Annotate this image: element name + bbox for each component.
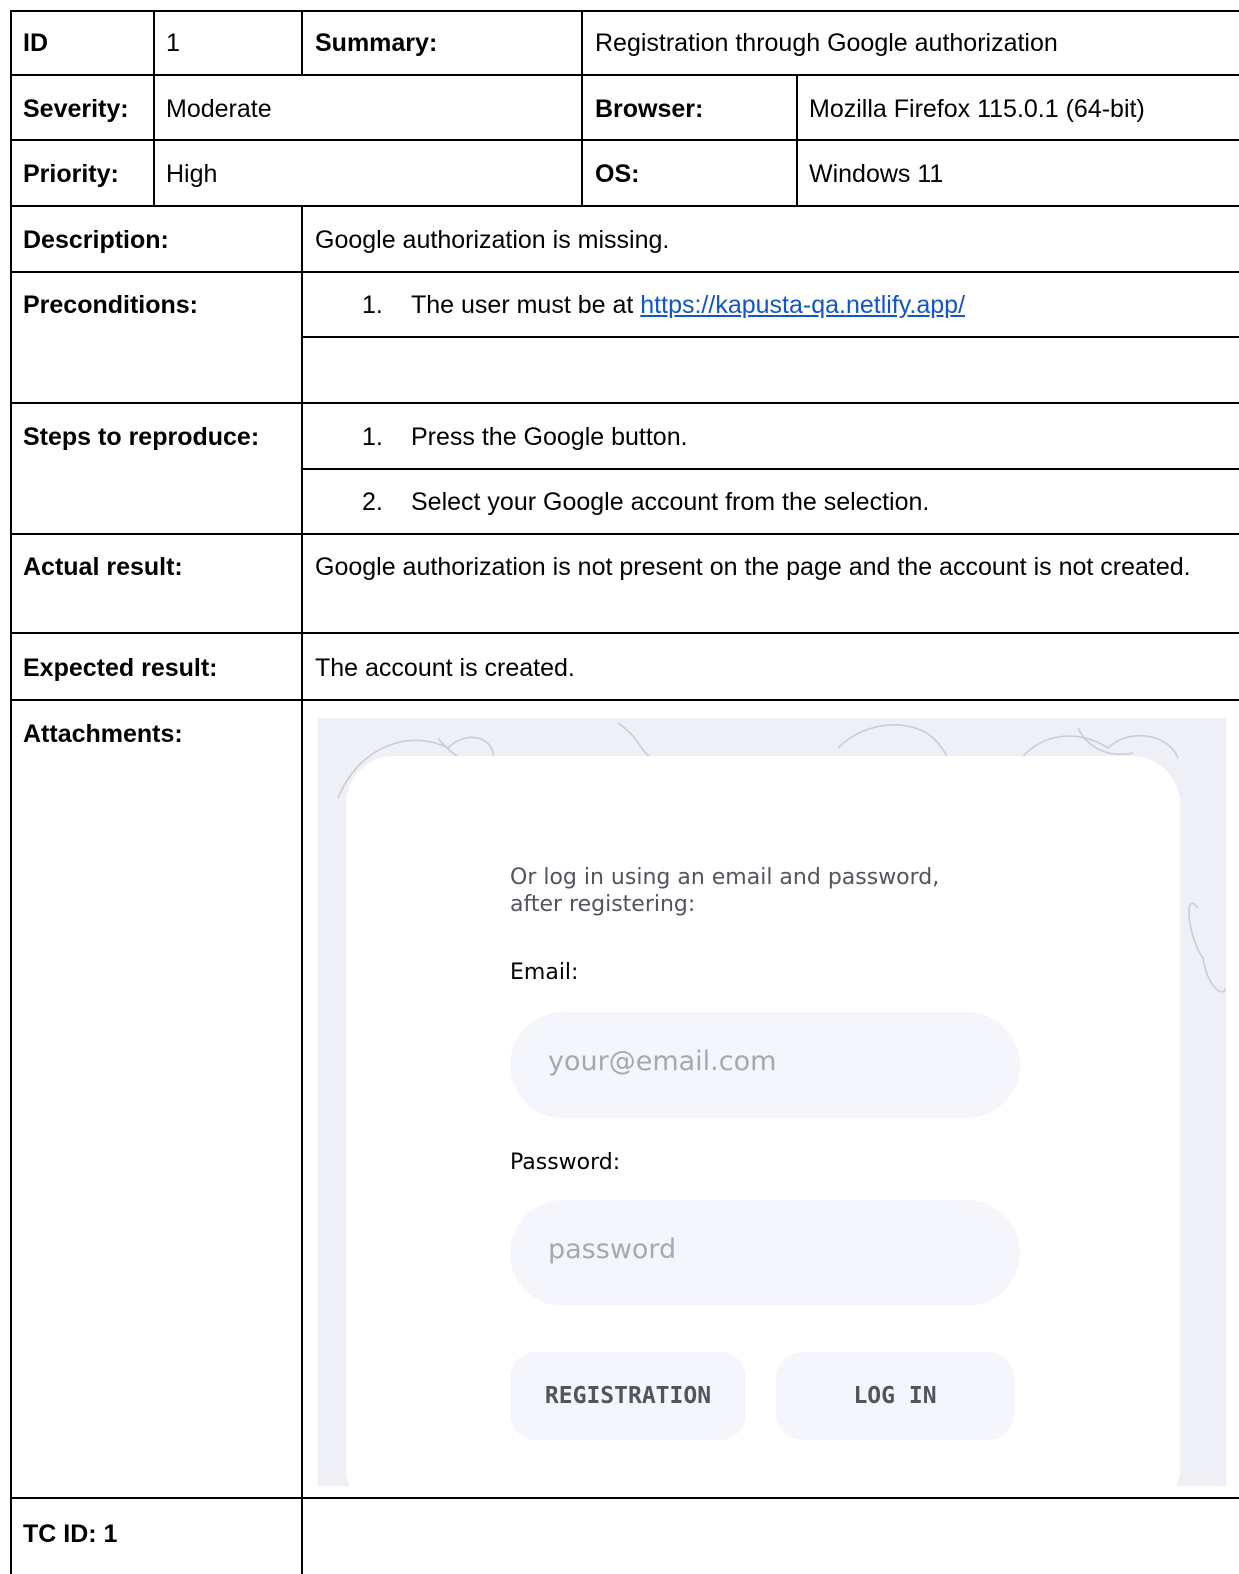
preconditions-label: Preconditions: <box>23 291 199 319</box>
password-placeholder: password <box>548 1234 677 1265</box>
precondition-link[interactable]: https://kapusta-qa.netlify.app/ <box>640 291 965 319</box>
step-1-text: Press the Google button. <box>411 423 688 451</box>
password-input[interactable]: password <box>510 1200 1020 1306</box>
intro-line-2: after registering: <box>510 892 696 917</box>
email-placeholder: your@email.com <box>548 1046 777 1077</box>
precondition-number: 1. <box>362 291 383 319</box>
precondition-item: The user must be at https://kapusta-qa.n… <box>411 287 965 323</box>
attachments-label: Attachments: <box>23 720 183 748</box>
precondition-text: The user must be at <box>411 291 641 319</box>
severity-value: Moderate <box>166 95 272 123</box>
actual-result-label: Actual result: <box>23 553 183 581</box>
login-button[interactable]: LOG IN <box>776 1352 1014 1440</box>
os-label: OS: <box>595 160 640 188</box>
registration-button[interactable]: REGISTRATION <box>510 1352 746 1440</box>
actual-result-value: Google authorization is not present on t… <box>315 553 1191 581</box>
id-value: 1 <box>166 29 180 57</box>
email-label: Email: <box>510 960 579 985</box>
step-1-number: 1. <box>362 423 383 451</box>
description-value: Google authorization is missing. <box>315 226 670 254</box>
email-input[interactable]: your@email.com <box>510 1012 1020 1118</box>
browser-value: Mozilla Firefox 115.0.1 (64-bit) <box>809 95 1145 123</box>
step-2-number: 2. <box>362 488 383 516</box>
login-card: Or log in using an email and password, a… <box>346 756 1180 1486</box>
step-2-text: Select your Google account from the sele… <box>411 488 930 516</box>
description-label: Description: <box>23 226 169 254</box>
bug-report-table: ID 1 Summary: Registration through Googl… <box>10 10 1239 1574</box>
password-label: Password: <box>510 1150 621 1175</box>
attachment-screenshot: Or log in using an email and password, a… <box>318 718 1226 1486</box>
expected-result-value: The account is created. <box>315 654 575 682</box>
tc-id: TC ID: 1 <box>23 1520 118 1548</box>
priority-value: High <box>166 160 218 188</box>
summary-value: Registration through Google authorizatio… <box>595 29 1058 57</box>
steps-label: Steps to reproduce: <box>23 423 260 451</box>
intro-line-1: Or log in using an email and password, <box>510 865 940 890</box>
summary-label: Summary: <box>315 29 438 57</box>
severity-label: Severity: <box>23 95 129 123</box>
os-value: Windows 11 <box>809 160 944 188</box>
priority-label: Priority: <box>23 160 119 188</box>
expected-result-label: Expected result: <box>23 654 218 682</box>
browser-label: Browser: <box>595 95 704 123</box>
id-label: ID <box>23 29 48 57</box>
